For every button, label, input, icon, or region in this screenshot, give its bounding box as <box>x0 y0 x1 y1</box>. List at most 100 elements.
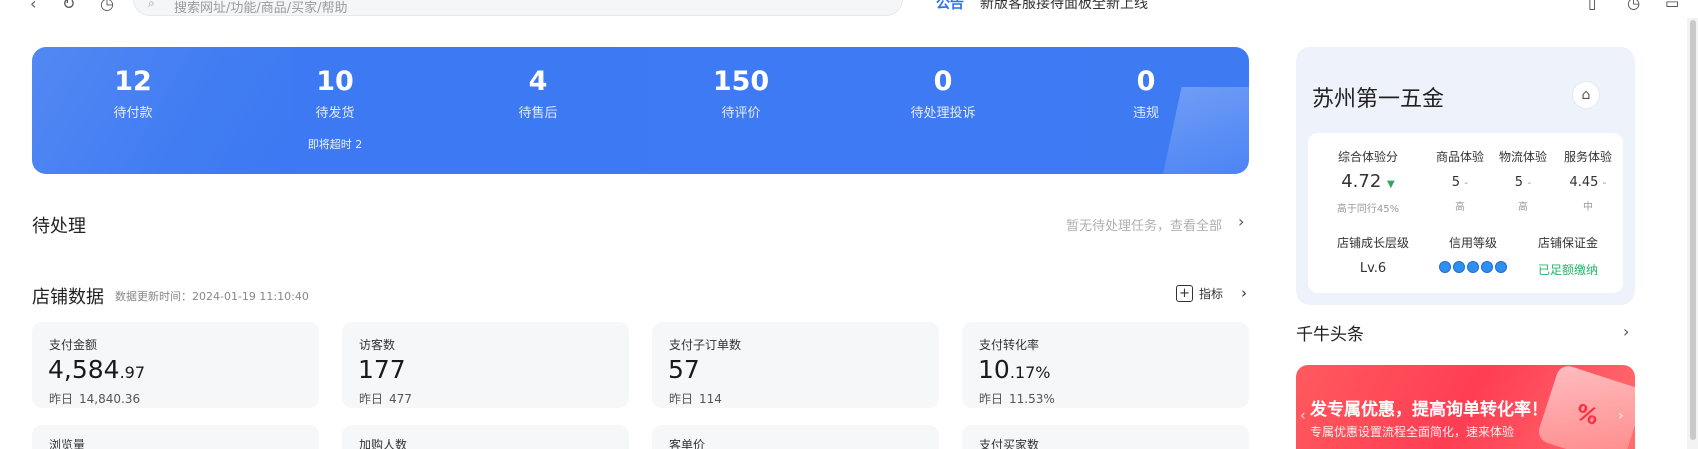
deposit-label: 店铺保证金 <box>1537 236 1598 250</box>
score-label: 物流体验 <box>1498 150 1547 164</box>
back-arrow-icon[interactable]: ‹ <box>30 0 36 13</box>
metric-yesterday: 昨日 14,840.36 <box>49 392 141 406</box>
refresh-icon[interactable]: ↻ <box>62 0 75 13</box>
stat-label: 待处理投诉 <box>910 106 976 121</box>
promo-title: 发专属优惠，提高询单转化率！ <box>1310 400 1548 420</box>
phone-icon[interactable]: ▯ <box>1588 0 1596 12</box>
metric-value: 10.17% <box>978 355 1051 384</box>
metric-card-avg-order-value[interactable]: 客单价 <box>652 425 939 449</box>
scrollbar-thumb[interactable] <box>1690 20 1696 440</box>
order-status-banner: 12 待付款 10 待发货 即将超时 2 4 待售后 150 待评价 0 待处理… <box>32 47 1249 174</box>
store-data-title: 店铺数据 <box>32 287 104 308</box>
credit-diamond-icon <box>1495 261 1507 273</box>
metrics-button-label: 指标 <box>1199 286 1224 301</box>
stat-value: 0 <box>933 66 953 97</box>
stat-pending-complaints[interactable]: 0 待处理投诉 <box>853 65 1033 121</box>
metric-label: 支付金额 <box>49 338 98 352</box>
score-label: 综合体验分 <box>1337 150 1398 164</box>
stat-timeout-note[interactable]: 即将超时 2 <box>245 136 425 152</box>
stat-value: 10 <box>316 66 354 97</box>
metric-label: 支付子订单数 <box>669 338 742 352</box>
shop-info-panel: 苏州第一五金 ⌂ 综合体验分 4.72 ▼ 高于同行45% 商品体验 5 - 高… <box>1296 47 1635 305</box>
view-all-pending-link[interactable]: 暂无待处理任务，查看全部 <box>1066 215 1222 234</box>
metric-label: 加购人数 <box>359 438 408 449</box>
metric-yesterday: 昨日 114 <box>669 392 722 406</box>
chevron-right-icon: › <box>1241 284 1248 302</box>
credit-label: 信用等级 <box>1448 236 1497 250</box>
promo-subtitle: 专属优惠设置流程全面简化，速来体验 <box>1310 425 1515 439</box>
score-value: 4.45 - <box>1569 175 1607 190</box>
overall-experience-score[interactable]: 综合体验分 4.72 ▼ 高于同行45% <box>1318 148 1418 215</box>
product-experience-score[interactable]: 商品体验 5 - 高 <box>1430 148 1490 213</box>
stat-value: 12 <box>114 66 152 97</box>
credit-diamond-icons <box>1439 261 1507 273</box>
message-icon[interactable]: ▭ <box>1665 0 1679 12</box>
stat-violations[interactable]: 0 违规 <box>1056 65 1236 121</box>
score-footer: 高 <box>1455 202 1465 213</box>
shop-growth-level[interactable]: 店铺成长层级 Lv.6 <box>1323 234 1423 276</box>
stat-value: 0 <box>1136 66 1156 97</box>
score-footer: 中 <box>1583 202 1593 213</box>
metric-card-paying-buyers[interactable]: 支付买家数 <box>962 425 1249 449</box>
history-icon[interactable]: ◷ <box>100 0 114 13</box>
credit-diamond-icon <box>1467 261 1479 273</box>
stat-label: 待发货 <box>315 106 355 121</box>
metric-label: 支付转化率 <box>979 338 1040 352</box>
shop-deposit[interactable]: 店铺保证金 已足额缴纳 <box>1518 234 1618 278</box>
metric-card-add-to-cart[interactable]: 加购人数 <box>342 425 629 449</box>
credit-diamond-icon <box>1453 261 1465 273</box>
shop-name[interactable]: 苏州第一五金 <box>1312 81 1444 113</box>
carousel-next-icon[interactable]: › <box>1618 408 1624 424</box>
clock-icon[interactable]: ◷ <box>1627 0 1640 12</box>
score-value: 4.72 ▼ <box>1341 171 1395 192</box>
data-update-time: 数据更新时间：2024-01-19 11:10:40 <box>115 290 309 303</box>
metric-card-payment-amount[interactable]: 支付金额 4,584.97 昨日 14,840.36 <box>32 322 319 408</box>
stat-label: 违规 <box>1132 106 1159 121</box>
logistics-experience-score[interactable]: 物流体验 5 - 高 <box>1493 148 1553 213</box>
credit-rating[interactable]: 信用等级 <box>1423 234 1523 277</box>
carousel-prev-icon[interactable]: ‹ <box>1300 408 1306 424</box>
qianniu-news-title[interactable]: 千牛头条 <box>1296 320 1364 345</box>
browser-toolbar: ‹ ↻ ◷ ⌕ 搜索网址/功能/商品/买家/帮助 公告 新版客服接待面板全新上线… <box>0 0 1698 18</box>
deposit-status: 已足额缴纳 <box>1537 263 1598 277</box>
search-input[interactable]: ⌕ 搜索网址/功能/商品/买家/帮助 <box>133 0 903 16</box>
metric-value: 57 <box>668 355 700 384</box>
score-value: 5 - <box>1451 175 1469 190</box>
stat-label: 待付款 <box>113 106 153 121</box>
stat-label: 待售后 <box>518 106 558 121</box>
search-placeholder: 搜索网址/功能/商品/买家/帮助 <box>174 1 348 16</box>
metric-label: 浏览量 <box>49 438 86 449</box>
chevron-right-icon[interactable]: › <box>1623 322 1629 341</box>
stat-after-sales[interactable]: 4 待售后 <box>448 65 628 121</box>
credit-diamond-icon <box>1439 261 1451 273</box>
metric-card-sub-orders[interactable]: 支付子订单数 57 昨日 114 <box>652 322 939 408</box>
stat-pending-review[interactable]: 150 待评价 <box>651 65 831 121</box>
promo-banner[interactable]: % 发专属优惠，提高询单转化率！ 专属优惠设置流程全面简化，速来体验 ‹ › <box>1296 365 1635 449</box>
stat-value: 4 <box>528 66 548 97</box>
shop-icon[interactable]: ⌂ <box>1572 81 1600 109</box>
stat-pending-shipment[interactable]: 10 待发货 即将超时 2 <box>245 65 425 152</box>
metric-card-conversion-rate[interactable]: 支付转化率 10.17% 昨日 11.53% <box>962 322 1249 408</box>
service-experience-score[interactable]: 服务体验 4.45 - 中 <box>1556 148 1620 213</box>
shop-score-card: 综合体验分 4.72 ▼ 高于同行45% 商品体验 5 - 高 物流体验 5 -… <box>1308 133 1623 293</box>
plus-square-icon: + <box>1176 284 1193 302</box>
metric-label: 客单价 <box>669 438 706 449</box>
score-value: 5 - <box>1514 175 1532 190</box>
pending-section-title: 待处理 <box>32 216 86 237</box>
metric-label: 支付买家数 <box>979 438 1040 449</box>
stat-label: 待评价 <box>721 106 761 121</box>
notice-link[interactable]: 新版客服接待面板全新上线 <box>980 0 1148 13</box>
score-label: 服务体验 <box>1563 150 1612 164</box>
metric-value: 177 <box>358 355 406 384</box>
metrics-button[interactable]: + 指标 › <box>1176 284 1247 302</box>
metric-value: 4,584.97 <box>48 355 146 384</box>
chevron-right-icon[interactable]: › <box>1238 212 1244 231</box>
score-footer: 高于同行45% <box>1336 204 1400 215</box>
score-label: 商品体验 <box>1435 150 1484 164</box>
metric-card-visitors[interactable]: 访客数 177 昨日 477 <box>342 322 629 408</box>
metric-card-page-views[interactable]: 浏览量 <box>32 425 319 449</box>
metric-label: 访客数 <box>359 338 396 352</box>
metric-yesterday: 昨日 477 <box>359 392 412 406</box>
stat-value: 150 <box>712 66 770 97</box>
stat-pending-payment[interactable]: 12 待付款 <box>43 65 223 121</box>
